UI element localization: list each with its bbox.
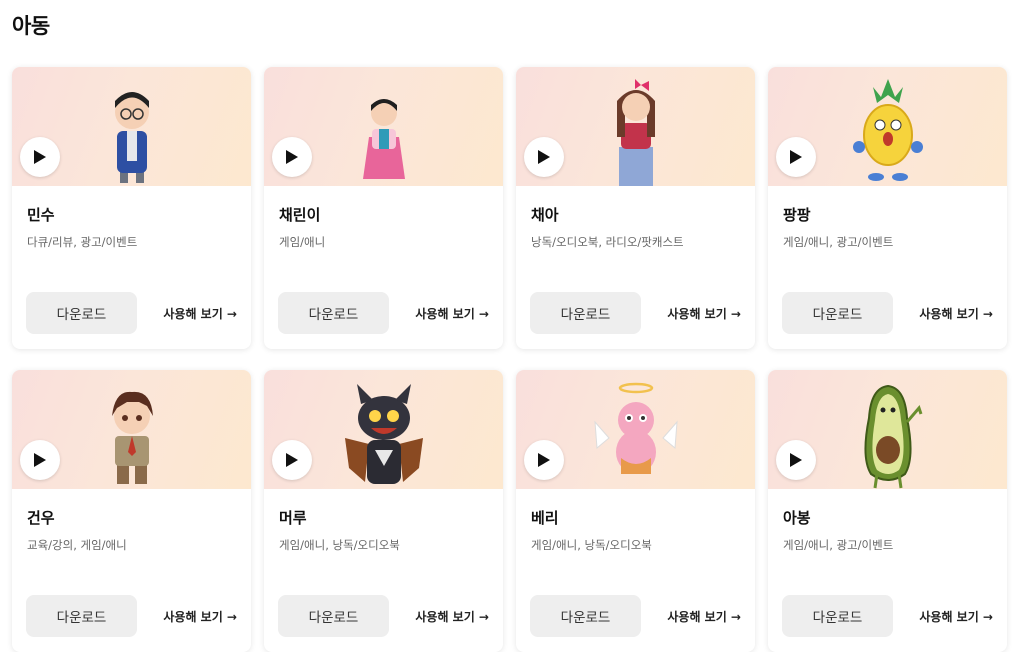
- card-banner: [264, 370, 503, 489]
- download-button[interactable]: 다운로드: [278, 292, 389, 334]
- try-usage-link[interactable]: 사용해 보기 →: [919, 305, 993, 322]
- play-icon: [34, 453, 46, 467]
- voice-name: 채아: [531, 206, 559, 224]
- voice-tags: 게임/애니: [279, 235, 326, 249]
- try-usage-link[interactable]: 사용해 보기 →: [163, 608, 237, 625]
- play-button[interactable]: [272, 440, 312, 480]
- play-icon: [286, 150, 298, 164]
- character-illustration: [593, 382, 678, 474]
- play-button[interactable]: [20, 440, 60, 480]
- play-button[interactable]: [20, 137, 60, 177]
- voice-card: 채린이 게임/애니 다운로드 사용해 보기 →: [264, 67, 503, 349]
- download-button[interactable]: 다운로드: [530, 292, 641, 334]
- voice-name: 채린이: [279, 206, 321, 224]
- download-button[interactable]: 다운로드: [530, 595, 641, 637]
- card-banner: [768, 67, 1007, 186]
- voice-name: 민수: [27, 206, 55, 224]
- voice-name: 건우: [27, 509, 55, 527]
- character-illustration: [852, 79, 923, 181]
- voice-tags: 교육/강의, 게임/애니: [27, 538, 127, 552]
- voice-card: 머루 게임/애니, 낭독/오디오북 다운로드 사용해 보기 →: [264, 370, 503, 652]
- voice-tags: 다큐/리뷰, 광고/이벤트: [27, 235, 138, 249]
- voice-card: 팡팡 게임/애니, 광고/이벤트 다운로드 사용해 보기 →: [768, 67, 1007, 349]
- character-illustration: [362, 99, 405, 179]
- download-button[interactable]: 다운로드: [782, 292, 893, 334]
- voice-tags: 게임/애니, 광고/이벤트: [783, 235, 894, 249]
- card-banner: [12, 370, 251, 489]
- try-usage-link[interactable]: 사용해 보기 →: [919, 608, 993, 625]
- try-usage-link[interactable]: 사용해 보기 →: [415, 305, 489, 322]
- voice-name: 머루: [279, 509, 307, 527]
- try-usage-link[interactable]: 사용해 보기 →: [415, 608, 489, 625]
- play-icon: [286, 453, 298, 467]
- character-illustration: [616, 79, 655, 186]
- play-button[interactable]: [524, 440, 564, 480]
- play-button[interactable]: [776, 137, 816, 177]
- play-icon: [538, 150, 550, 164]
- download-button[interactable]: 다운로드: [278, 595, 389, 637]
- voice-tags: 낭독/오디오북, 라디오/팟캐스트: [531, 235, 684, 249]
- play-button[interactable]: [524, 137, 564, 177]
- voice-tags: 게임/애니, 광고/이벤트: [783, 538, 894, 552]
- card-banner: [264, 67, 503, 186]
- card-banner: [768, 370, 1007, 489]
- try-usage-link[interactable]: 사용해 보기 →: [667, 305, 741, 322]
- download-button[interactable]: 다운로드: [26, 292, 137, 334]
- character-illustration: [111, 391, 153, 484]
- voice-card-grid: 민수 다큐/리뷰, 광고/이벤트 다운로드 사용해 보기 → 채린이 게임/애니…: [12, 67, 1007, 652]
- voice-name: 베리: [531, 509, 559, 527]
- voice-name: 아봉: [783, 509, 811, 527]
- voice-tags: 게임/애니, 낭독/오디오북: [279, 538, 400, 552]
- download-button[interactable]: 다운로드: [26, 595, 137, 637]
- play-icon: [790, 453, 802, 467]
- card-banner: [516, 67, 755, 186]
- try-usage-link[interactable]: 사용해 보기 →: [667, 608, 741, 625]
- character-illustration: [864, 384, 922, 489]
- voice-card: 건우 교육/강의, 게임/애니 다운로드 사용해 보기 →: [12, 370, 251, 652]
- download-button[interactable]: 다운로드: [782, 595, 893, 637]
- play-icon: [538, 453, 550, 467]
- page-title: 아동: [12, 14, 50, 38]
- voice-name: 팡팡: [783, 206, 811, 224]
- try-usage-link[interactable]: 사용해 보기 →: [163, 305, 237, 322]
- play-button[interactable]: [272, 137, 312, 177]
- voice-card: 채아 낭독/오디오북, 라디오/팟캐스트 다운로드 사용해 보기 →: [516, 67, 755, 349]
- character-illustration: [114, 92, 149, 183]
- voice-tags: 게임/애니, 낭독/오디오북: [531, 538, 652, 552]
- character-illustration: [344, 384, 423, 484]
- play-button[interactable]: [776, 440, 816, 480]
- voice-card: 민수 다큐/리뷰, 광고/이벤트 다운로드 사용해 보기 →: [12, 67, 251, 349]
- play-icon: [790, 150, 802, 164]
- card-banner: [516, 370, 755, 489]
- card-banner: [12, 67, 251, 186]
- voice-card: 베리 게임/애니, 낭독/오디오북 다운로드 사용해 보기 →: [516, 370, 755, 652]
- voice-card: 아봉 게임/애니, 광고/이벤트 다운로드 사용해 보기 →: [768, 370, 1007, 652]
- play-icon: [34, 150, 46, 164]
